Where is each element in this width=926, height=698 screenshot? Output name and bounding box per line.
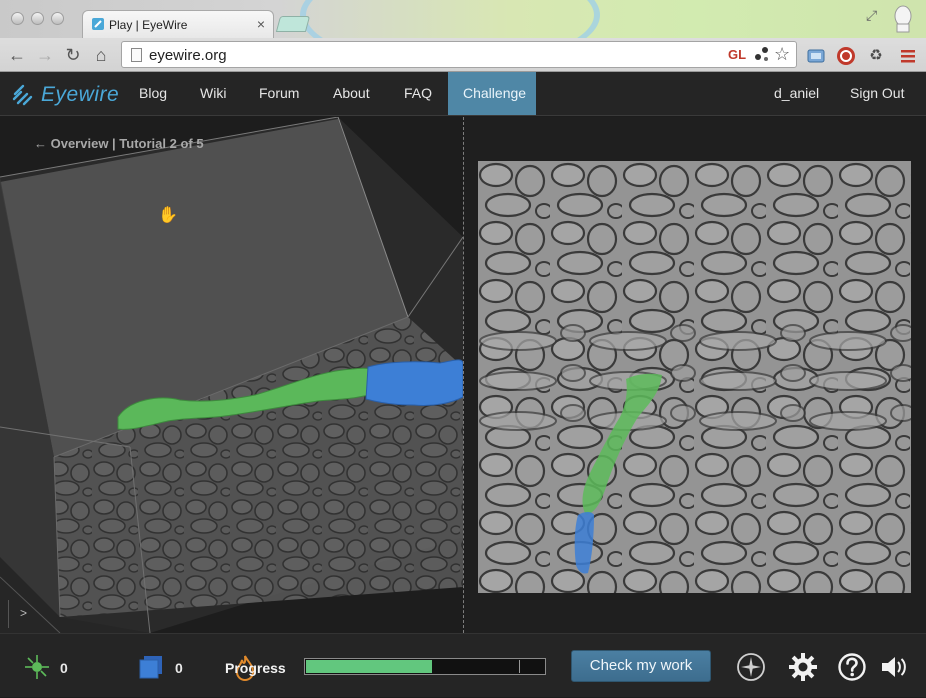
gear-icon[interactable]: [788, 652, 818, 682]
home-icon[interactable]: ⌂: [90, 44, 112, 66]
points-count: 0: [175, 660, 183, 676]
browser-toolbar: ← → ↻ ⌂ eyewire.org GL ☆ ♻: [0, 38, 926, 72]
hand-cursor-icon: ✋: [158, 207, 178, 224]
new-tab-button[interactable]: [275, 16, 311, 32]
eyewire-favicon-icon: [92, 18, 104, 30]
progress-label: Progress: [225, 660, 286, 676]
logo-text: Eyewire: [41, 83, 120, 106]
nav-link-blog[interactable]: Blog: [124, 72, 182, 115]
nav-link-wiki[interactable]: Wiki: [185, 72, 241, 115]
compass-icon[interactable]: [736, 652, 766, 682]
check-my-work-button[interactable]: Check my work: [571, 650, 711, 682]
progress-marker: [519, 660, 520, 673]
fullscreen-icon[interactable]: ⤢: [866, 7, 877, 24]
recycle-extension-icon[interactable]: ♻: [866, 46, 886, 66]
username-link[interactable]: d_aniel: [759, 72, 834, 115]
neuron-icon: [25, 655, 49, 679]
blue-segment-3d[interactable]: [365, 359, 463, 406]
nav-link-faq[interactable]: FAQ: [389, 72, 447, 115]
tab-close-icon[interactable]: ×: [257, 16, 265, 32]
dots-extension-icon[interactable]: [752, 45, 772, 63]
eyewire-logo-icon: [12, 84, 33, 106]
stop-extension-icon[interactable]: [836, 46, 856, 66]
browser-tab[interactable]: Play | EyeWire ×: [82, 10, 274, 38]
console-toggle[interactable]: >: [8, 600, 27, 628]
screen-extension-icon[interactable]: [806, 46, 826, 66]
browser-titlebar: Play | EyeWire × ⤢: [0, 0, 926, 38]
tab-title: Play | EyeWire: [109, 18, 188, 32]
window-close-button[interactable]: [11, 12, 24, 25]
panel-divider: [463, 117, 464, 633]
nav-link-forum[interactable]: Forum: [244, 72, 314, 115]
progress-bar: [304, 658, 546, 675]
cube-icon: [139, 656, 162, 679]
nav-link-about[interactable]: About: [318, 72, 385, 115]
help-icon[interactable]: [837, 652, 867, 682]
address-bar[interactable]: eyewire.org GL ☆: [121, 41, 797, 68]
speaker-icon[interactable]: [879, 652, 909, 682]
url-text[interactable]: eyewire.org: [149, 47, 227, 64]
progress-fill: [306, 660, 433, 673]
site-navbar: Eyewire Blog Wiki Forum About FAQ Challe…: [0, 72, 926, 116]
sign-out-link[interactable]: Sign Out: [835, 72, 919, 115]
browser-chrome: Play | EyeWire × ⤢ ← → ↻ ⌂ eyewire.org G…: [0, 0, 926, 72]
em-slice-image[interactable]: [478, 161, 911, 593]
nav-link-challenge[interactable]: Challenge: [448, 72, 536, 115]
cubes-count: 0: [60, 660, 68, 676]
gl-extension-badge[interactable]: GL: [728, 47, 746, 62]
2d-slice-view[interactable]: [478, 161, 911, 593]
chrome-menu-icon[interactable]: [898, 46, 918, 66]
3d-view[interactable]: ← Overview | Tutorial 2 of 5 ✋ >: [0, 117, 463, 633]
window-zoom-button[interactable]: [51, 12, 64, 25]
titlebar-decoration: [300, 0, 600, 38]
forward-arrow-icon[interactable]: →: [34, 44, 56, 66]
window-minimize-button[interactable]: [31, 12, 44, 25]
game-area: ← Overview | Tutorial 2 of 5 ✋ >: [0, 117, 926, 633]
page-icon: [131, 48, 142, 62]
3d-cube-render[interactable]: [0, 117, 463, 633]
profile-avatar-icon[interactable]: [892, 4, 914, 34]
back-arrow-icon[interactable]: ←: [6, 44, 28, 66]
bottom-toolbar: 0 0 Progress Check my work: [0, 633, 926, 697]
breadcrumb-overview-link[interactable]: ← Overview | Tutorial 2 of 5: [34, 136, 204, 151]
reload-icon[interactable]: ↻: [62, 44, 84, 66]
bookmark-star-icon[interactable]: ☆: [774, 44, 790, 65]
